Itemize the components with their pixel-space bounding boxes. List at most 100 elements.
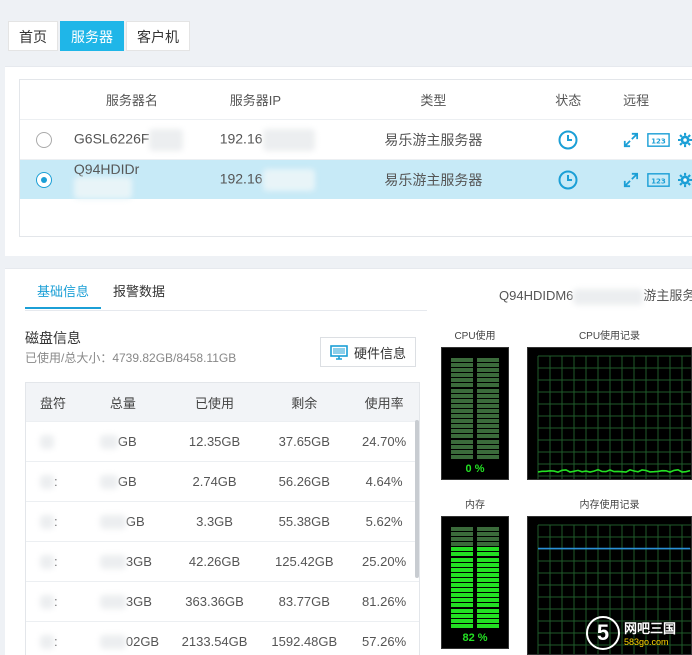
gauge-segment (477, 419, 499, 424)
gauge-segment (477, 577, 499, 582)
server-radio[interactable] (35, 131, 52, 148)
gauge-segment (477, 603, 499, 608)
gauge-segment (477, 527, 499, 531)
memory-gauge: 82 % (441, 516, 509, 649)
server-panel: 服务器名 服务器IP 类型 状态 远程 G6SL6226F 192.16 易乐游… (5, 66, 692, 256)
disk-info-title: 磁盘信息 (25, 330, 81, 346)
redacted-blur (99, 435, 118, 450)
gauge-segment (451, 608, 473, 613)
table-row[interactable]: : 3GB 42.26GB 125.42GB 25.20% (26, 541, 419, 581)
gauge-segment (451, 419, 473, 424)
table-row[interactable]: : 3GB 363.36GB 83.77GB 81.26% (26, 581, 419, 621)
svg-text:123: 123 (651, 136, 666, 145)
clock-icon[interactable] (557, 169, 579, 191)
gauge-segment (451, 424, 473, 429)
gauge-segment (451, 593, 473, 598)
tab-servers[interactable]: 服务器 (60, 21, 124, 51)
gauge-segment (451, 613, 473, 618)
redacted-blur (40, 475, 54, 490)
redacted-blur (573, 288, 644, 305)
memory-history-label: 内存使用记录 (579, 500, 640, 511)
gauge-segment (477, 454, 499, 459)
disk-table-scrollbar[interactable] (415, 420, 419, 578)
watermark-logo: 5 (586, 615, 620, 650)
gauge-segment (451, 567, 473, 572)
server-radio-selected[interactable] (35, 171, 52, 188)
header-drive: 盘符 (40, 395, 67, 411)
expand-icon[interactable] (623, 171, 639, 189)
gauge-segment (451, 547, 473, 552)
gauge-segment (451, 537, 473, 542)
gauge-segment (451, 398, 473, 403)
cpu-gauge: 0 % (441, 347, 509, 480)
tab-home[interactable]: 首页 (8, 21, 58, 51)
header-type: 类型 (420, 93, 447, 108)
header-server-name: 服务器名 (105, 93, 158, 108)
gauge-segment (477, 562, 499, 567)
server-ip: 192.16 (219, 130, 263, 147)
gauge-segment (451, 408, 473, 413)
gauge-segment (477, 388, 499, 393)
disk-table: 盘符 总量 已使用 剩余 使用率 GB 12.35GB 37.65GB 24.7… (25, 382, 420, 655)
table-row[interactable]: GB 12.35GB 37.65GB 24.70% (26, 421, 419, 461)
cpu-history-svg (537, 355, 691, 479)
server-type: 易乐游主服务器 (384, 131, 483, 148)
gauge-segment (477, 613, 499, 618)
tab-basic-info[interactable]: 基础信息 (25, 269, 102, 309)
redacted-blur (149, 128, 184, 151)
gauge-segment (477, 583, 499, 588)
memory-percent: 82 % (462, 632, 488, 644)
gauge-segment (477, 444, 499, 449)
gauge-segment (451, 378, 473, 383)
gauge-segment (477, 598, 499, 603)
gauge-segment (451, 444, 473, 449)
server-type: 易乐游主服务器 (384, 171, 483, 188)
gauge-segment (451, 603, 473, 608)
tab-alarm-data[interactable]: 报警数据 (101, 269, 177, 309)
table-row[interactable]: : GB 2.74GB 56.26GB 4.64% (26, 461, 419, 501)
hardware-info-label: 硬件信息 (353, 345, 406, 361)
gauge-segment (451, 572, 473, 577)
gauge-segment (477, 424, 499, 429)
monitor-icon (330, 344, 348, 360)
server-table-header: 服务器名 服务器IP 类型 状态 远程 (20, 80, 692, 119)
numpad-icon[interactable]: 123 (647, 172, 670, 188)
numpad-icon[interactable]: 123 (647, 132, 670, 148)
gauge-segment (477, 383, 499, 388)
gauge-segment (477, 532, 499, 537)
gauge-segment (477, 403, 499, 408)
gauge-segment (451, 368, 473, 373)
server-row-selected[interactable]: Q94HDIDr 192.16 易乐游主服务器 123 (20, 159, 692, 199)
gauge-segment (477, 439, 499, 444)
server-table: 服务器名 服务器IP 类型 状态 远程 G6SL6226F 192.16 易乐游… (19, 79, 692, 237)
history-line (537, 468, 691, 474)
gauge-segment (477, 618, 499, 623)
table-row[interactable]: : 02GB 2133.54GB 1592.48GB 57.26% (26, 621, 419, 655)
redacted-blur (99, 515, 126, 530)
redacted-blur (262, 168, 315, 191)
redacted-blur (40, 595, 54, 610)
expand-icon[interactable] (623, 131, 639, 149)
redacted-blur (99, 555, 126, 570)
hardware-info-button[interactable]: 硬件信息 (320, 337, 416, 367)
gauge-segment (451, 403, 473, 408)
redacted-blur (99, 635, 126, 650)
header-free: 剩余 (291, 395, 318, 411)
cpu-history-graph (527, 347, 692, 480)
gauge-segment (451, 562, 473, 567)
table-row[interactable]: : GB 3.3GB 55.38GB 5.62% (26, 501, 419, 541)
gear-icon[interactable] (677, 172, 692, 188)
top-nav: 首页 服务器 客户机 (8, 21, 192, 51)
gauge-segment (451, 358, 473, 362)
gauge-segment (477, 398, 499, 403)
clock-icon[interactable] (557, 129, 579, 151)
gear-icon[interactable] (677, 132, 692, 148)
gauge-segment (451, 434, 473, 439)
gauge-segment (477, 414, 499, 419)
gauge-segment (451, 618, 473, 623)
server-row[interactable]: G6SL6226F 192.16 易乐游主服务器 123 (20, 119, 692, 159)
redacted-blur (99, 475, 118, 490)
tab-clients[interactable]: 客户机 (126, 21, 190, 51)
gauge-segment (451, 552, 473, 557)
header-remote: 远程 (623, 93, 650, 108)
